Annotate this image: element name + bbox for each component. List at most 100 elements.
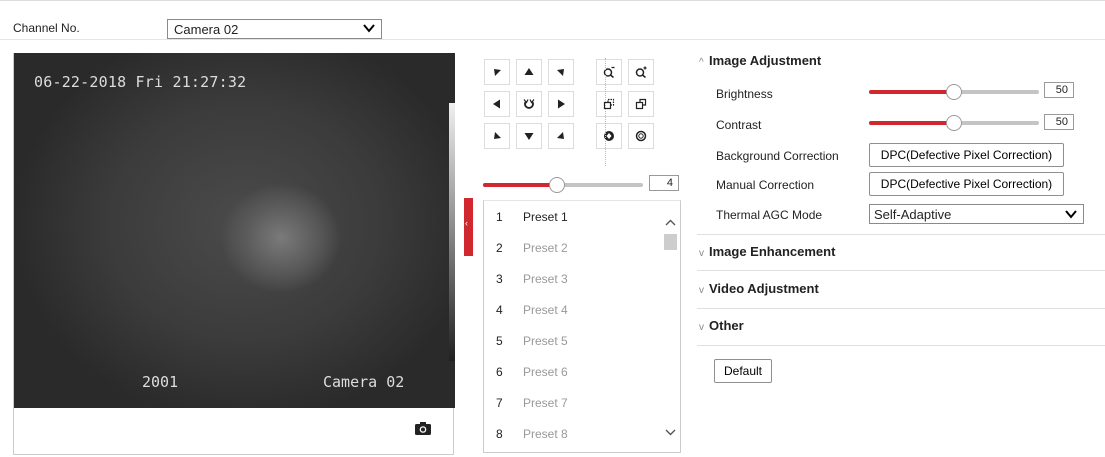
preset-label: Preset 2 <box>523 241 568 255</box>
arrow-down-right-icon <box>557 132 564 139</box>
chevron-down-icon: v <box>699 285 704 296</box>
ptz-speed-value[interactable]: 4 <box>649 175 679 191</box>
ptz-speed-slider[interactable] <box>483 177 643 193</box>
preset-row[interactable]: 1 Preset 1 <box>484 201 664 232</box>
ptz-arrow-up-button[interactable] <box>516 59 542 85</box>
section-image-enhancement[interactable]: v Image Enhancement <box>699 244 835 259</box>
preset-row[interactable]: 2 Preset 2 <box>484 232 664 263</box>
preset-label: Preset 3 <box>523 272 568 286</box>
preset-row[interactable]: 7 Preset 7 <box>484 387 664 418</box>
preset-row[interactable]: 8 Preset 8 <box>484 418 664 449</box>
ptz-speed-knob[interactable] <box>548 177 565 193</box>
default-button[interactable]: Default <box>714 359 772 383</box>
channel-label: Channel No. <box>13 21 80 35</box>
ptz-arrow-up-left-button[interactable] <box>484 59 510 85</box>
collapse-ptz-tab[interactable]: ‹ <box>464 198 473 256</box>
preset-number: 1 <box>496 210 503 224</box>
preset-row[interactable]: 5 Preset 5 <box>484 325 664 356</box>
arrow-up-right-icon <box>557 69 564 76</box>
ptz-arrow-left-button[interactable] <box>484 91 510 117</box>
preset-number: 4 <box>496 303 503 317</box>
section-other[interactable]: v Other <box>699 318 744 333</box>
arrow-up-left-icon <box>494 69 501 76</box>
preset-label: Preset 4 <box>523 303 568 317</box>
ptz-iris-close-button[interactable] <box>596 123 622 149</box>
brightness-fill <box>869 90 954 94</box>
ptz-arrow-down-left-button[interactable] <box>484 123 510 149</box>
background-correction-label: Background Correction <box>716 149 839 163</box>
section-video-adjustment[interactable]: v Video Adjustment <box>699 281 819 296</box>
preset-row[interactable]: 3 Preset 3 <box>484 263 664 294</box>
iris-open-icon <box>635 130 647 142</box>
section-video-adjustment-title: Video Adjustment <box>709 281 819 296</box>
preset-scrollbar[interactable] <box>663 201 680 452</box>
thermal-agc-value: Self-Adaptive <box>874 207 952 222</box>
brightness-label: Brightness <box>716 87 773 101</box>
arrow-down-icon <box>524 133 534 140</box>
arrow-down-left-icon <box>494 132 501 139</box>
scroll-up-icon[interactable] <box>664 217 677 229</box>
auto-rotate-icon <box>523 99 535 109</box>
channel-select[interactable]: Camera 02 <box>167 19 382 39</box>
camera-snapshot-icon[interactable] <box>415 421 431 435</box>
chevron-down-icon: v <box>699 322 704 333</box>
manual-correction-button[interactable]: DPC(Defective Pixel Correction) <box>869 172 1064 196</box>
contrast-label: Contrast <box>716 118 762 132</box>
channel-bar: Channel No. Camera 02 <box>0 0 1105 40</box>
channel-select-value: Camera 02 <box>174 22 239 37</box>
preset-row[interactable]: 6 Preset 6 <box>484 356 664 387</box>
ptz-speed-fill <box>483 183 557 187</box>
preset-number: 3 <box>496 272 503 286</box>
preset-number: 8 <box>496 427 503 441</box>
ptz-arrow-right-button[interactable] <box>548 91 574 117</box>
osd-number: 2001 <box>142 373 179 391</box>
chevron-down-icon <box>363 24 375 33</box>
live-view-panel: 06-22-2018 Fri 21:27:32 2001 Camera 02 <box>13 53 455 455</box>
preset-number: 7 <box>496 396 503 410</box>
focus-far-icon <box>635 98 647 110</box>
ptz-auto-rotate-button[interactable] <box>516 91 542 117</box>
brightness-knob[interactable] <box>946 84 962 100</box>
preset-number: 2 <box>496 241 503 255</box>
section-image-adjustment[interactable]: ^ Image Adjustment <box>699 53 821 68</box>
zoom-in-icon <box>635 66 647 78</box>
chevron-down-icon <box>1065 210 1077 219</box>
arrow-left-icon <box>493 99 500 109</box>
divider <box>697 345 1105 346</box>
ptz-arrow-down-right-button[interactable] <box>548 123 574 149</box>
preset-number: 5 <box>496 334 503 348</box>
scroll-down-icon[interactable] <box>664 426 677 438</box>
ptz-arrow-down-button[interactable] <box>516 123 542 149</box>
arrow-up-icon <box>524 68 534 75</box>
preset-label: Preset 7 <box>523 396 568 410</box>
thermal-agc-select[interactable]: Self-Adaptive <box>869 204 1084 224</box>
ptz-focus-near-button[interactable] <box>596 91 622 117</box>
section-other-title: Other <box>709 318 744 333</box>
preset-number: 6 <box>496 365 503 379</box>
ptz-focus-far-button[interactable] <box>628 91 654 117</box>
divider <box>697 308 1105 309</box>
preset-scroll-thumb[interactable] <box>664 234 677 250</box>
preset-label: Preset 5 <box>523 334 568 348</box>
contrast-fill <box>869 121 954 125</box>
ptz-zoom-out-button[interactable] <box>596 59 622 85</box>
divider <box>697 270 1105 271</box>
contrast-slider[interactable] <box>869 115 1039 131</box>
ptz-zoom-in-button[interactable] <box>628 59 654 85</box>
brightness-slider[interactable] <box>869 84 1039 100</box>
brightness-value[interactable]: 50 <box>1044 82 1074 98</box>
section-image-adjustment-title: Image Adjustment <box>709 53 822 68</box>
ptz-arrow-up-right-button[interactable] <box>548 59 574 85</box>
preset-list: 1 Preset 1 2 Preset 2 3 Preset 3 4 Preset 4 5 Pre… <box>483 200 681 453</box>
contrast-value[interactable]: 50 <box>1044 114 1074 130</box>
section-image-enhancement-title: Image Enhancement <box>709 244 836 259</box>
background-correction-button[interactable]: DPC(Defective Pixel Correction) <box>869 143 1064 167</box>
contrast-knob[interactable] <box>946 115 962 131</box>
ptz-iris-open-button[interactable] <box>628 123 654 149</box>
osd-datetime: 06-22-2018 Fri 21:27:32 <box>34 73 247 91</box>
live-video[interactable]: 06-22-2018 Fri 21:27:32 2001 Camera 02 <box>14 53 455 408</box>
preset-row[interactable]: 4 Preset 4 <box>484 294 664 325</box>
manual-correction-label: Manual Correction <box>716 178 815 192</box>
preset-label: Preset 6 <box>523 365 568 379</box>
chevron-down-icon: v <box>699 248 704 259</box>
